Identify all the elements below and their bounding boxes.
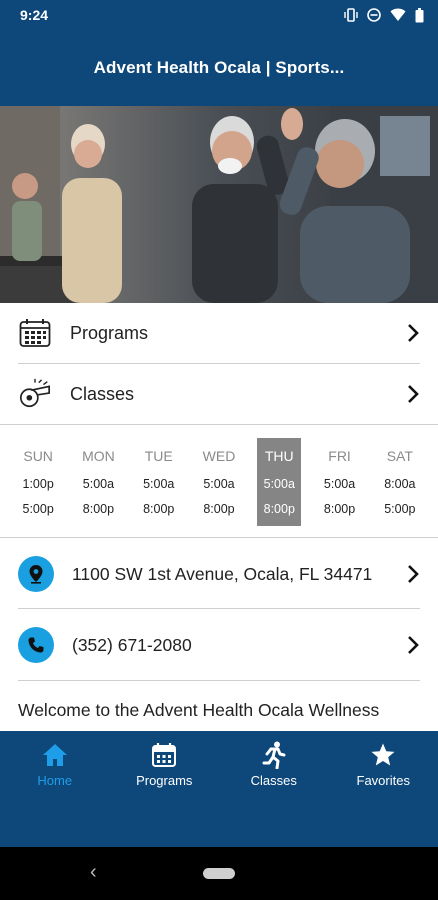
bottom-navigation: Home Programs Classes Favorites — [0, 731, 438, 847]
app-header: Advent Health Ocala | Sports... — [0, 30, 438, 106]
nav-programs-label: Programs — [136, 773, 193, 788]
close-time: 8:00p — [203, 502, 235, 516]
classes-row[interactable]: Classes — [0, 364, 438, 424]
day-name: SUN — [23, 448, 53, 464]
location-pin-icon — [18, 556, 54, 592]
home-icon — [42, 741, 68, 769]
close-time: 8:00p — [263, 502, 295, 516]
programs-row[interactable]: Programs — [0, 303, 438, 363]
page-title: Advent Health Ocala | Sports... — [93, 58, 345, 77]
runner-icon — [262, 741, 286, 769]
day-column-tue: TUE 5:00a 8:00p — [137, 438, 181, 526]
close-time: 8:00p — [143, 502, 175, 516]
calendar-icon — [151, 741, 177, 769]
chevron-right-icon — [408, 565, 419, 583]
day-column-sun: SUN 1:00p 5:00p — [16, 438, 60, 526]
close-time: 5:00p — [22, 502, 54, 516]
whistle-icon — [18, 377, 52, 411]
phone-row[interactable]: (352) 671-2080 — [0, 610, 438, 680]
divider — [0, 424, 438, 425]
hours-table: SUN 1:00p 5:00p MON 5:00a 8:00p TUE 5:00… — [0, 438, 438, 526]
back-icon[interactable]: ‹ — [90, 861, 97, 884]
star-icon — [370, 741, 396, 769]
day-name: FRI — [328, 448, 351, 464]
status-icons — [344, 7, 424, 23]
close-time: 8:00p — [82, 502, 115, 516]
day-column-sat: SAT 8:00a 5:00p — [378, 438, 422, 526]
address-row[interactable]: 1100 SW 1st Avenue, Ocala, FL 34471 — [0, 539, 438, 609]
home-pill-icon[interactable] — [203, 868, 235, 879]
phone-icon — [18, 627, 54, 663]
close-time: 5:00p — [384, 502, 416, 516]
battery-icon — [415, 7, 424, 22]
divider — [18, 680, 420, 681]
day-name: MON — [82, 448, 115, 464]
gym-photo — [0, 106, 438, 303]
open-time: 8:00a — [384, 477, 416, 491]
close-time: 8:00p — [323, 502, 356, 516]
day-name: SAT — [386, 448, 413, 464]
open-time: 1:00p — [22, 477, 54, 491]
day-column-fri: FRI 5:00a 8:00p — [318, 438, 362, 526]
nav-classes[interactable]: Classes — [224, 741, 324, 788]
address-text: 1100 SW 1st Avenue, Ocala, FL 34471 — [72, 563, 373, 584]
divider — [18, 608, 420, 609]
welcome-text: Welcome to the Advent Health Ocala Welln… — [18, 700, 380, 720]
divider — [0, 537, 438, 538]
hero-image — [0, 106, 438, 303]
chevron-right-icon — [408, 385, 419, 403]
day-column-wed: WED 5:00a 8:00p — [197, 438, 241, 526]
day-name: TUE — [144, 448, 173, 464]
do-not-disturb-icon — [367, 8, 381, 22]
open-time: 5:00a — [82, 477, 115, 491]
status-bar: 9:24 — [0, 0, 438, 30]
nav-home[interactable]: Home — [5, 741, 105, 788]
nav-classes-label: Classes — [250, 773, 297, 788]
open-time: 5:00a — [143, 477, 175, 491]
chevron-right-icon — [408, 324, 419, 342]
nav-home-label: Home — [37, 773, 73, 788]
chevron-right-icon — [408, 636, 419, 654]
programs-label: Programs — [70, 322, 149, 343]
open-time: 5:00a — [263, 477, 295, 491]
day-column-mon: MON 5:00a 8:00p — [76, 438, 120, 526]
nav-favorites-label: Favorites — [356, 773, 410, 788]
status-time: 9:24 — [20, 7, 49, 23]
system-navigation-bar: ‹ — [0, 847, 438, 900]
open-time: 5:00a — [203, 477, 235, 491]
calendar-icon — [18, 316, 52, 350]
phone-text: (352) 671-2080 — [72, 634, 192, 655]
nav-favorites[interactable]: Favorites — [333, 741, 433, 788]
vibrate-icon — [344, 8, 358, 22]
nav-programs[interactable]: Programs — [114, 741, 214, 788]
day-column-thu-today: THU 5:00a 8:00p — [257, 438, 302, 526]
day-name: THU — [264, 448, 294, 464]
open-time: 5:00a — [323, 477, 356, 491]
classes-label: Classes — [70, 383, 135, 404]
wifi-icon — [390, 8, 406, 21]
day-name: WED — [202, 448, 236, 464]
